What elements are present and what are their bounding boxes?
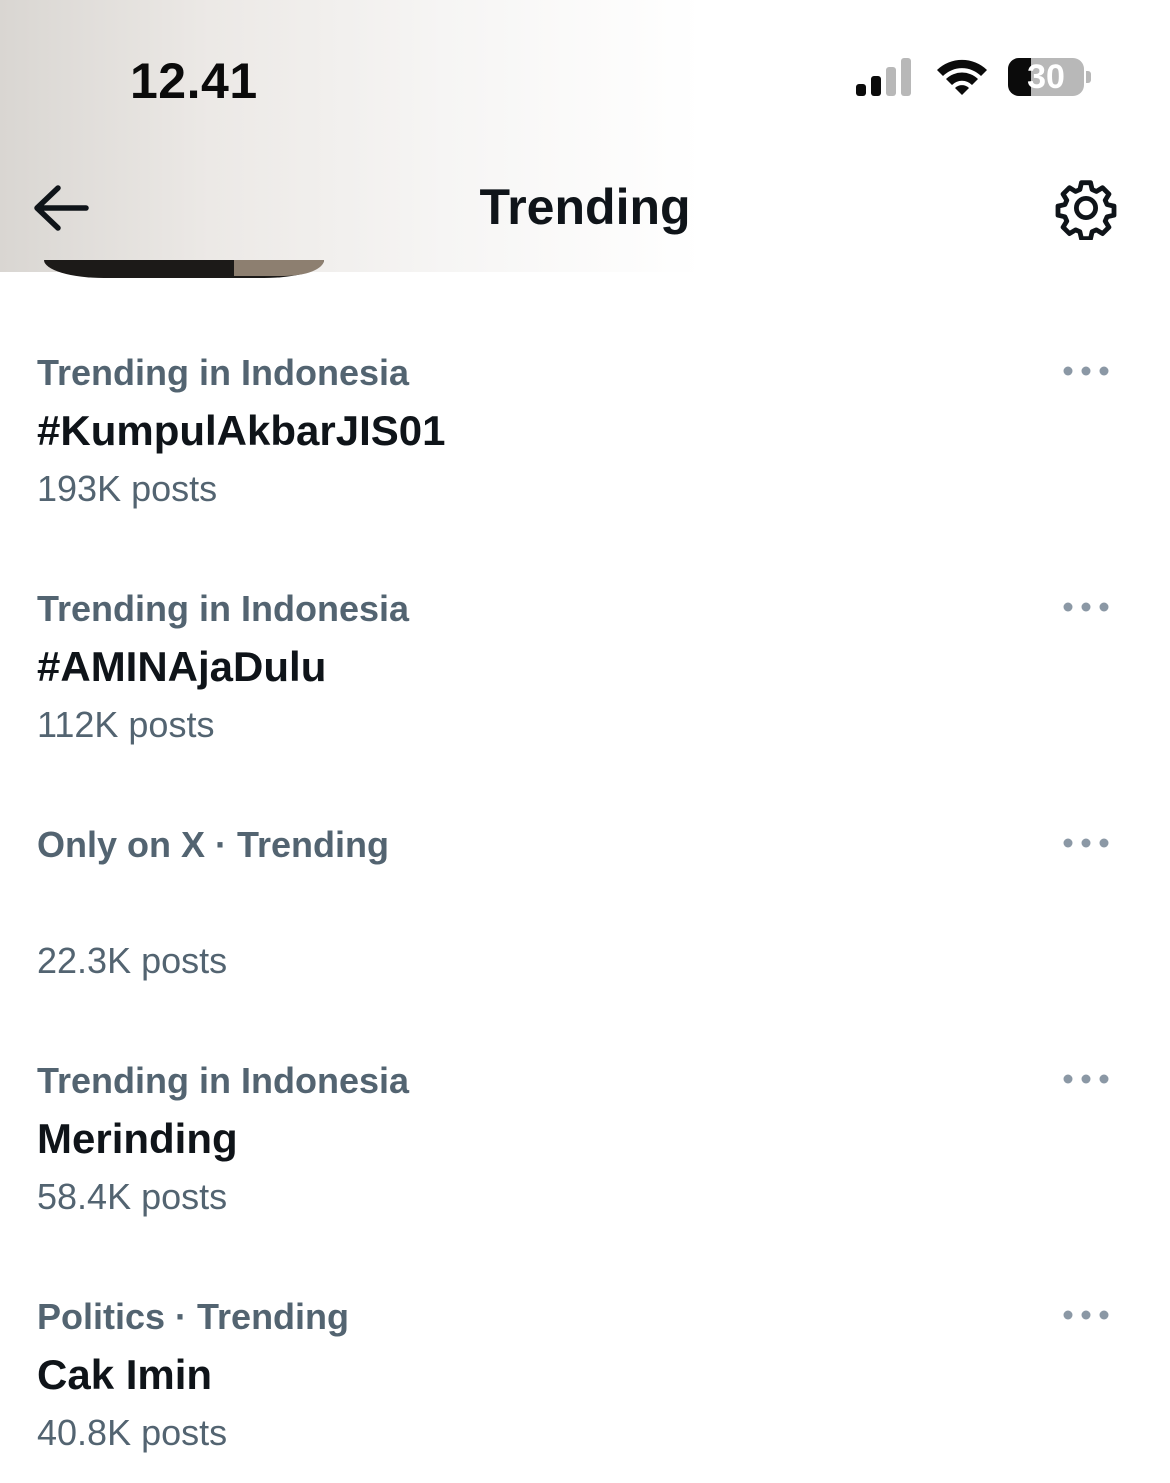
- cellular-signal-icon: [856, 58, 911, 96]
- trend-item[interactable]: Trending in Indonesia #AMINAjaDulu 112K …: [0, 588, 1170, 824]
- trend-item[interactable]: Trending in Indonesia Merinding 58.4K po…: [0, 1060, 1170, 1296]
- trend-item[interactable]: Trending in Indonesia #KumpulAkbarJIS01 …: [0, 352, 1170, 588]
- trend-post-count: 193K posts: [37, 468, 218, 509]
- more-options-icon[interactable]: [1060, 592, 1112, 622]
- battery-level: 30: [1027, 58, 1065, 96]
- partial-image-edge: [44, 260, 324, 278]
- trend-item[interactable]: Only on X · Trending 22.3K posts: [0, 824, 1170, 1060]
- trend-context: Trending in Indonesia: [37, 588, 410, 629]
- page-title: Trending: [479, 179, 691, 235]
- gear-icon: [1055, 180, 1117, 242]
- trend-post-count: 58.4K posts: [37, 1176, 228, 1217]
- trend-context: Trending in Indonesia: [37, 1060, 410, 1101]
- trend-post-count: 112K posts: [37, 704, 215, 745]
- trend-post-count: 22.3K posts: [37, 940, 228, 981]
- trend-context: Politics · Trending: [37, 1296, 350, 1337]
- status-time: 12.41: [130, 53, 258, 109]
- wifi-icon: [937, 59, 987, 95]
- trend-context: Only on X · Trending: [37, 824, 390, 865]
- trending-page: 12.41 30 Trending Trending in Indonesia …: [0, 0, 1170, 1483]
- trend-post-count: 40.8K posts: [37, 1412, 228, 1453]
- status-icons: 30: [852, 56, 1102, 100]
- more-options-icon[interactable]: [1060, 356, 1112, 386]
- trend-item[interactable]: Politics · Trending Cak Imin 40.8K posts: [0, 1296, 1170, 1483]
- trend-name: #KumpulAkbarJIS01: [37, 407, 446, 454]
- more-options-icon[interactable]: [1060, 1064, 1112, 1094]
- settings-button[interactable]: [1052, 176, 1120, 242]
- trend-context: Trending in Indonesia: [37, 352, 410, 393]
- trend-name: Cak Imin: [37, 1351, 213, 1398]
- trend-name: Merinding: [37, 1115, 238, 1162]
- more-options-icon[interactable]: [1060, 828, 1112, 858]
- battery-icon: 30: [1008, 58, 1084, 96]
- trend-name: #AMINAjaDulu: [37, 643, 327, 690]
- more-options-icon[interactable]: [1060, 1300, 1112, 1330]
- battery-cap: [1086, 71, 1091, 83]
